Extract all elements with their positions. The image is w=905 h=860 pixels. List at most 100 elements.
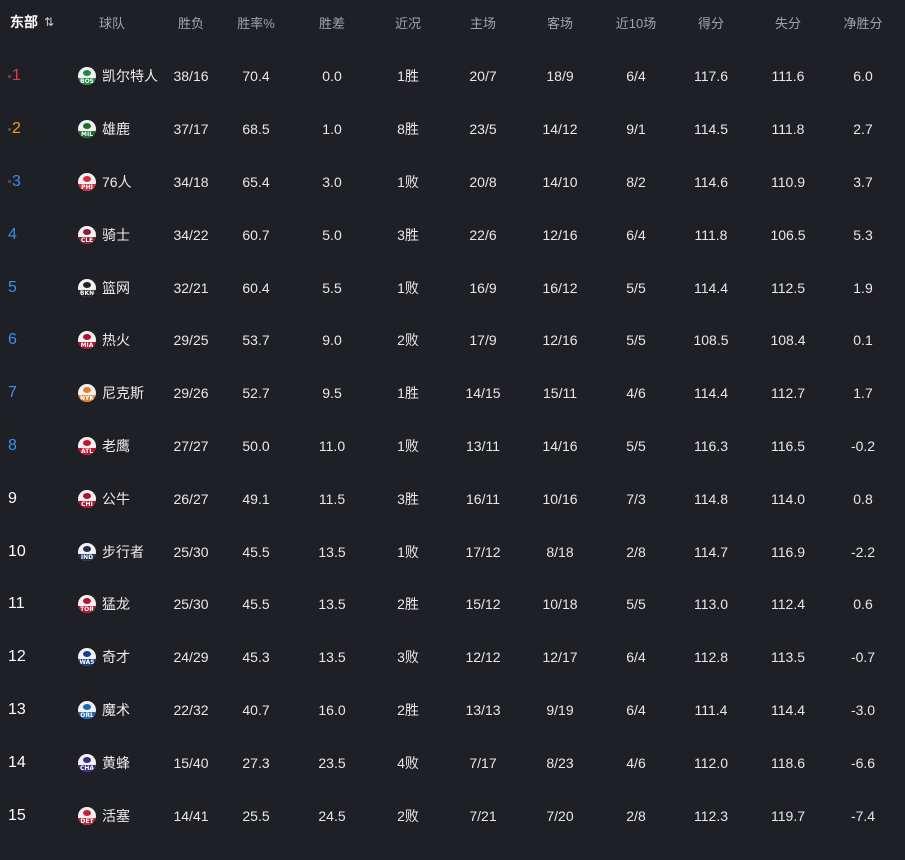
- team-rank: 4: [8, 225, 17, 243]
- team-logo-abbr: WAS: [78, 659, 96, 667]
- conference-selector[interactable]: 东部 ⇅: [10, 12, 54, 32]
- hornets-logo-icon: CHA: [78, 753, 96, 772]
- team-name[interactable]: 黄蜂: [102, 753, 130, 773]
- team-cell[interactable]: NYK 尼克斯: [78, 383, 144, 403]
- col-header-streak[interactable]: 近况: [395, 13, 421, 32]
- team-logo-abbr: DET: [78, 817, 96, 825]
- team-cell[interactable]: CHA 黄蜂: [78, 753, 130, 773]
- team-name[interactable]: 奇才: [102, 647, 130, 667]
- rank-cell: 12: [8, 648, 34, 666]
- team-streak: 3胜: [397, 226, 419, 243]
- team-home-record: 15/12: [465, 596, 501, 613]
- team-name[interactable]: 步行者: [102, 542, 144, 562]
- team-point-diff: -7.4: [850, 807, 876, 824]
- table-row[interactable]: 8 ATL 老鹰 27/27 50.0 11.0 1败 13/11 14/16 …: [0, 420, 905, 473]
- team-point-diff: 1.9: [853, 279, 873, 296]
- team-cell[interactable]: DET 活塞: [78, 806, 130, 826]
- team-name[interactable]: 活塞: [102, 806, 130, 826]
- team-name[interactable]: 热火: [102, 330, 130, 350]
- team-last10: 6/4: [626, 701, 646, 718]
- team-points-against: 108.4: [770, 332, 806, 349]
- col-header-win-pct[interactable]: 胜率%: [237, 13, 275, 32]
- team-cell[interactable]: CHI 公牛: [78, 489, 130, 509]
- team-games-behind: 5.5: [322, 279, 342, 296]
- team-logo-mark: [83, 228, 91, 235]
- table-row[interactable]: 5 BKN 篮网 32/21 60.4 5.5 1败 16/9 16/12 5/…: [0, 261, 905, 314]
- team-games-behind: 23.5: [318, 754, 346, 771]
- team-last10: 8/2: [626, 173, 646, 190]
- table-row[interactable]: 15 DET 活塞 14/41 25.5 24.5 2败 7/21 7/20 2…: [0, 789, 905, 842]
- table-row[interactable]: 4 CLE 骑士 34/22 60.7 5.0 3胜 22/6 12/16 6/…: [0, 208, 905, 261]
- team-cell[interactable]: TOR 猛龙: [78, 594, 130, 614]
- col-header-record[interactable]: 胜负: [178, 13, 204, 32]
- team-name[interactable]: 猛龙: [102, 594, 130, 614]
- nets-logo-icon: BKN: [78, 278, 96, 297]
- team-cell[interactable]: WAS 奇才: [78, 647, 130, 667]
- rank-cell: 7: [8, 384, 34, 402]
- team-name[interactable]: 雄鹿: [102, 119, 130, 139]
- table-row[interactable]: 2 MIL 雄鹿 37/17 68.5 1.0 8胜 23/5 14/12 9/…: [0, 103, 905, 156]
- table-row[interactable]: 14 CHA 黄蜂 15/40 27.3 23.5 4败 7/17 8/23 4…: [0, 736, 905, 789]
- team-cell[interactable]: ORL 魔术: [78, 700, 130, 720]
- team-cell[interactable]: BKN 篮网: [78, 278, 130, 298]
- table-row[interactable]: 7 NYK 尼克斯 29/26 52.7 9.5 1胜 14/15 15/11 …: [0, 367, 905, 420]
- team-record: 25/30: [173, 543, 209, 560]
- team-record: 38/16: [173, 68, 209, 85]
- team-name[interactable]: 凯尔特人: [102, 66, 158, 86]
- raptors-logo-icon: TOR: [78, 595, 96, 614]
- team-cell[interactable]: IND 步行者: [78, 542, 144, 562]
- team-name[interactable]: 骑士: [102, 225, 130, 245]
- team-name[interactable]: 老鹰: [102, 436, 130, 456]
- team-last10: 5/5: [626, 596, 646, 613]
- col-header-last10[interactable]: 近10场: [616, 13, 656, 32]
- team-win-pct: 45.5: [242, 596, 270, 613]
- sort-icon[interactable]: ⇅: [44, 15, 54, 29]
- pacers-logo-icon: IND: [78, 542, 96, 561]
- team-record: 32/21: [173, 279, 209, 296]
- team-streak: 1败: [397, 543, 419, 560]
- team-name[interactable]: 公牛: [102, 489, 130, 509]
- team-home-record: 7/21: [469, 807, 497, 824]
- team-cell[interactable]: CLE 骑士: [78, 225, 130, 245]
- team-name[interactable]: 76人: [102, 172, 132, 192]
- team-games-behind: 11.5: [318, 490, 346, 507]
- team-last10: 6/4: [626, 649, 646, 666]
- col-header-home[interactable]: 主场: [470, 13, 496, 32]
- team-cell[interactable]: ATL 老鹰: [78, 436, 130, 456]
- col-header-point-diff[interactable]: 净胜分: [843, 13, 882, 32]
- team-name[interactable]: 篮网: [102, 278, 130, 298]
- team-cell[interactable]: MIA 热火: [78, 330, 130, 350]
- team-points-against: 112.4: [771, 596, 805, 613]
- table-row[interactable]: 12 WAS 奇才 24/29 45.3 13.5 3败 12/12 12/17…: [0, 631, 905, 684]
- table-row[interactable]: 10 IND 步行者 25/30 45.5 13.5 1败 17/12 8/18…: [0, 525, 905, 578]
- team-name[interactable]: 魔术: [102, 700, 130, 720]
- col-header-away[interactable]: 客场: [547, 13, 573, 32]
- team-logo-mark: [83, 439, 91, 446]
- team-rank: 15: [8, 806, 26, 824]
- team-games-behind: 11.0: [318, 437, 346, 454]
- table-row[interactable]: 13 ORL 魔术 22/32 40.7 16.0 2胜 13/13 9/19 …: [0, 684, 905, 737]
- team-games-behind: 3.0: [322, 173, 342, 190]
- rank-cell: 15: [8, 807, 34, 825]
- team-logo-abbr: CHI: [78, 500, 96, 508]
- col-header-team[interactable]: 球队: [99, 13, 125, 32]
- team-last10: 6/4: [626, 226, 646, 243]
- team-away-record: 12/16: [542, 332, 578, 349]
- table-row[interactable]: 9 CHI 公牛 26/27 49.1 11.5 3胜 16/11 10/16 …: [0, 472, 905, 525]
- team-points-against: 116.5: [771, 437, 805, 454]
- table-row[interactable]: 11 TOR 猛龙 25/30 45.5 13.5 2胜 15/12 10/18…: [0, 578, 905, 631]
- team-games-behind: 0.0: [322, 68, 342, 85]
- table-row[interactable]: 6 MIA 热火 29/25 53.7 9.0 2败 17/9 12/16 5/…: [0, 314, 905, 367]
- team-name[interactable]: 尼克斯: [102, 383, 144, 403]
- team-cell[interactable]: MIL 雄鹿: [78, 119, 130, 139]
- col-header-points-for[interactable]: 得分: [698, 13, 724, 32]
- team-record: 34/18: [173, 173, 209, 190]
- col-header-points-against[interactable]: 失分: [775, 13, 801, 32]
- table-row[interactable]: 1 BOS 凯尔特人 38/16 70.4 0.0 1胜 20/7 18/9 6…: [0, 50, 905, 103]
- team-points-for: 114.6: [694, 173, 728, 190]
- table-row[interactable]: 3 PHI 76人 34/18 65.4 3.0 1败 20/8 14/10 8…: [0, 156, 905, 209]
- team-cell[interactable]: BOS 凯尔特人: [78, 66, 158, 86]
- col-header-games-behind[interactable]: 胜差: [319, 13, 345, 32]
- team-point-diff: -3.0: [850, 701, 876, 718]
- team-cell[interactable]: PHI 76人: [78, 172, 132, 192]
